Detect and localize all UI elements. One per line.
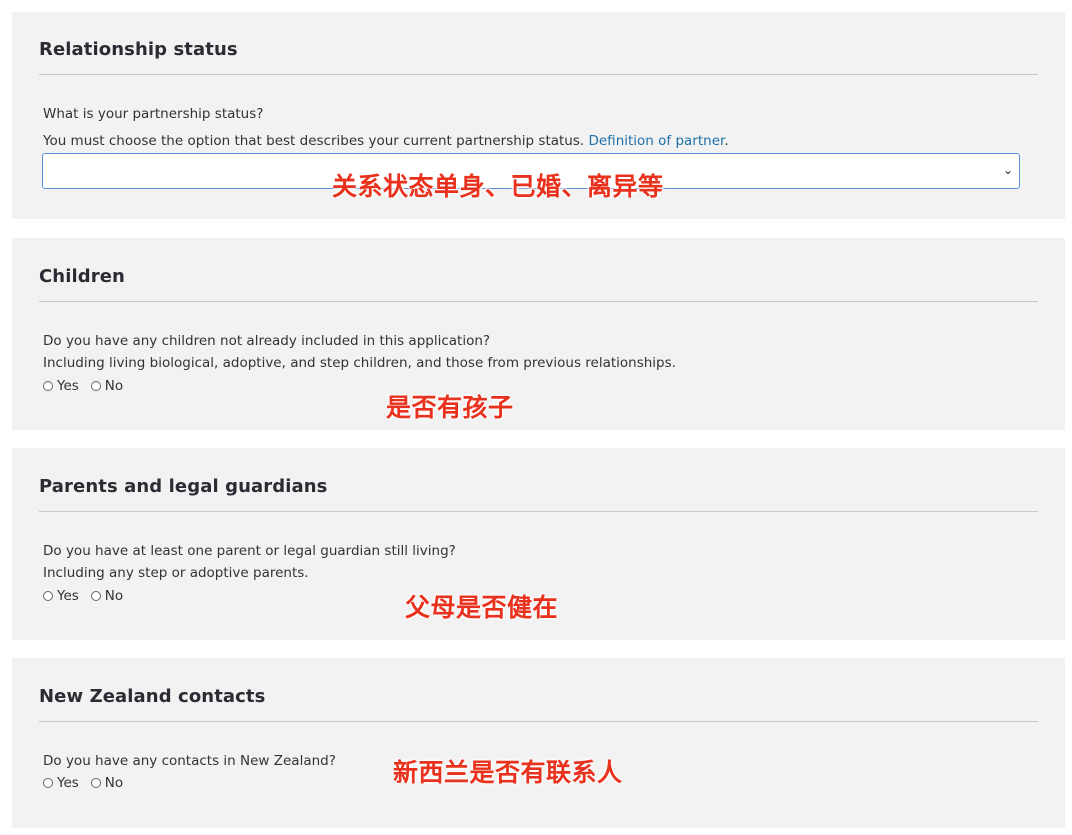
parents-question: Do you have at least one parent or legal… <box>43 543 456 559</box>
radio-label: Yes <box>57 588 79 604</box>
nz-contacts-no-radio[interactable]: No <box>90 775 124 791</box>
partnership-question: What is your partnership status? <box>43 106 264 122</box>
parents-yes-radio[interactable]: Yes <box>43 588 79 604</box>
relationship-status-section: Relationship status What is your partner… <box>12 12 1065 219</box>
children-hint: Including living biological, adoptive, a… <box>43 355 676 371</box>
section-divider <box>39 721 1038 722</box>
children-radio-group: Yes No <box>43 378 135 394</box>
annotation-parents: 父母是否健在 <box>405 593 559 622</box>
parents-hint: Including any step or adoptive parents. <box>43 565 309 581</box>
chevron-down-icon: ⌄ <box>1002 163 1013 177</box>
parents-radio-group: Yes No <box>43 588 135 604</box>
parents-no-radio[interactable]: No <box>90 588 124 604</box>
partnership-hint: You must choose the option that best des… <box>43 133 729 149</box>
nz-contacts-heading: New Zealand contacts <box>39 686 266 707</box>
section-divider <box>39 74 1038 75</box>
radio-label: Yes <box>57 775 79 791</box>
definition-of-partner-link[interactable]: Definition of partner <box>588 133 724 149</box>
nz-contacts-radio-group: Yes No <box>43 775 135 791</box>
radio-label: No <box>104 775 124 791</box>
children-question: Do you have any children not already inc… <box>43 333 491 349</box>
radio-label: No <box>104 378 124 394</box>
radio-circle-icon[interactable] <box>43 591 53 601</box>
radio-circle-icon[interactable] <box>43 381 53 391</box>
parents-section: Parents and legal guardians Do you have … <box>12 448 1065 640</box>
annotation-children: 是否有孩子 <box>386 393 514 422</box>
radio-label: Yes <box>57 378 79 394</box>
annotation-relationship: 关系状态单身、已婚、离异等 <box>332 172 664 201</box>
radio-circle-icon[interactable] <box>90 778 101 788</box>
children-no-radio[interactable]: No <box>90 378 124 394</box>
relationship-status-heading: Relationship status <box>39 39 238 60</box>
parents-heading: Parents and legal guardians <box>39 476 328 497</box>
annotation-nz-contacts: 新西兰是否有联系人 <box>393 758 623 787</box>
radio-circle-icon[interactable] <box>43 778 53 788</box>
children-section: Children Do you have any children not al… <box>12 238 1065 430</box>
children-heading: Children <box>39 266 125 287</box>
radio-circle-icon[interactable] <box>90 381 101 391</box>
children-yes-radio[interactable]: Yes <box>43 378 79 394</box>
nz-contacts-question: Do you have any contacts in New Zealand? <box>43 753 336 769</box>
nz-contacts-section: New Zealand contacts Do you have any con… <box>12 658 1065 828</box>
radio-label: No <box>104 588 124 604</box>
radio-circle-icon[interactable] <box>90 591 101 601</box>
section-divider <box>39 511 1038 512</box>
section-divider <box>39 301 1038 302</box>
nz-contacts-yes-radio[interactable]: Yes <box>43 775 79 791</box>
